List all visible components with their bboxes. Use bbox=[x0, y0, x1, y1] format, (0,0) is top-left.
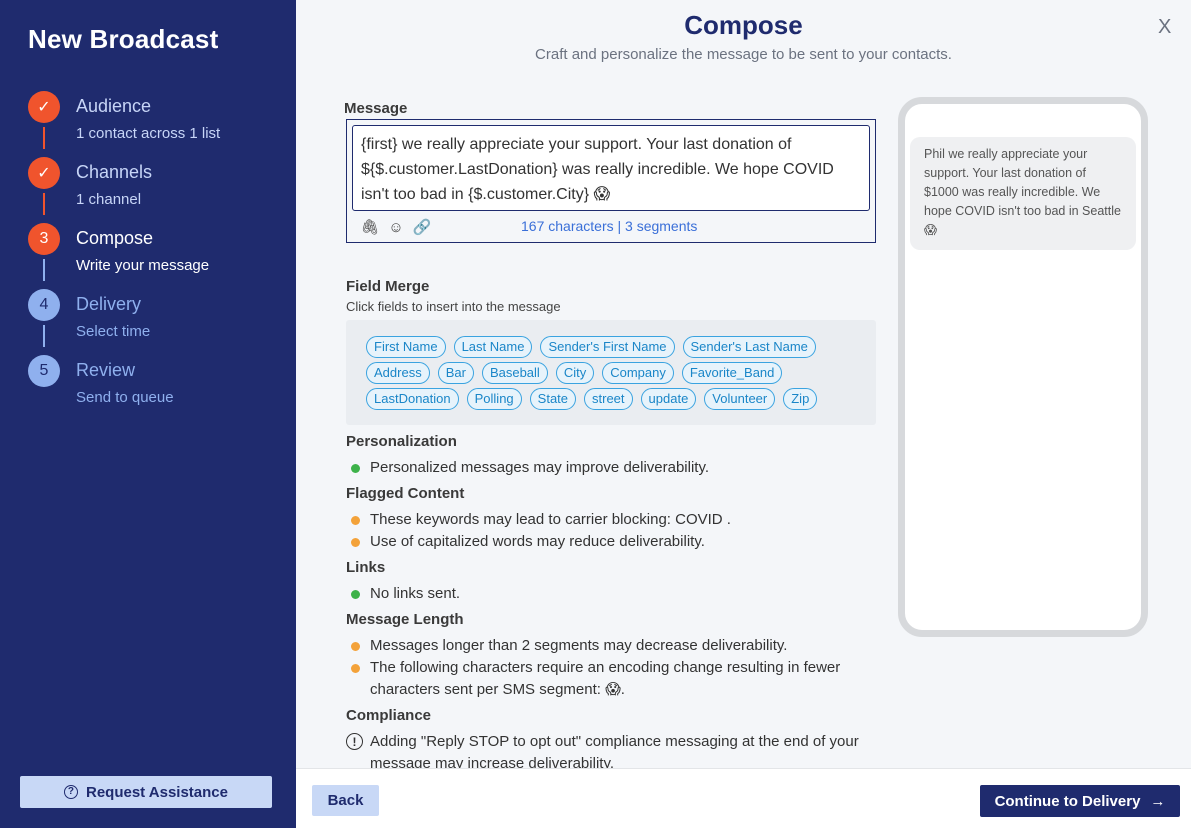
check-item: Use of capitalized words may reduce deli… bbox=[350, 531, 880, 553]
step-subtitle: 1 contact across 1 list bbox=[76, 125, 221, 142]
merge-chip[interactable]: State bbox=[529, 388, 577, 410]
links-heading: Links bbox=[346, 559, 386, 576]
message-input[interactable]: {first} we really appreciate your suppor… bbox=[352, 125, 870, 211]
step-title: Delivery bbox=[76, 294, 142, 314]
continue-label: Continue to Delivery bbox=[994, 792, 1141, 810]
sidebar: New Broadcast ✓ Audience 1 contact acros… bbox=[0, 0, 296, 828]
request-assistance-button[interactable]: ? Request Assistance bbox=[20, 776, 272, 808]
step-subtitle: Send to queue bbox=[76, 389, 174, 406]
step-title: Channels bbox=[76, 162, 153, 182]
link-icon[interactable]: 🔗 bbox=[413, 218, 432, 236]
close-icon[interactable]: X bbox=[1158, 16, 1171, 39]
message-label: Message bbox=[344, 100, 408, 117]
page-subtitle: Craft and personalize the message to be … bbox=[535, 46, 952, 63]
step-audience[interactable]: ✓ Audience 1 contact across 1 list bbox=[28, 91, 288, 157]
status-ok-icon bbox=[351, 590, 360, 599]
check-icon: ✓ bbox=[28, 157, 60, 189]
check-item: Personalized messages may improve delive… bbox=[350, 457, 880, 479]
sidebar-title: New Broadcast bbox=[28, 24, 219, 54]
step-title: Compose bbox=[76, 228, 154, 248]
message-length-heading: Message Length bbox=[346, 611, 464, 628]
request-assistance-label: Request Assistance bbox=[85, 783, 228, 801]
status-warning-icon bbox=[351, 516, 360, 525]
check-item: No links sent. bbox=[350, 583, 880, 605]
alert-icon: ! bbox=[346, 733, 363, 750]
step-title: Audience bbox=[76, 96, 152, 116]
field-merge-label: Field Merge bbox=[346, 278, 430, 295]
message-toolbar: 🖇 ☺ 🔗 bbox=[360, 218, 432, 237]
emoji-icon[interactable]: ☺ bbox=[387, 218, 405, 236]
continue-to-delivery-button[interactable]: Continue to Delivery → bbox=[980, 785, 1180, 817]
step-number: 4 bbox=[28, 289, 60, 321]
check-icon: ✓ bbox=[28, 91, 60, 123]
merge-chip[interactable]: update bbox=[640, 388, 697, 410]
step-connector bbox=[43, 325, 45, 347]
status-warning-icon bbox=[351, 664, 360, 673]
merge-chip[interactable]: City bbox=[555, 362, 595, 384]
merge-chip[interactable]: Bar bbox=[437, 362, 474, 384]
stepper: ✓ Audience 1 contact across 1 list ✓ Cha… bbox=[28, 91, 288, 421]
merge-chip[interactable]: Sender's Last Name bbox=[682, 336, 816, 358]
step-number: 3 bbox=[28, 223, 60, 255]
step-connector bbox=[43, 127, 45, 149]
message-preview-bubble: Phil we really appreciate your support. … bbox=[910, 137, 1136, 250]
step-title: Review bbox=[76, 360, 136, 380]
merge-chip[interactable]: LastDonation bbox=[366, 388, 459, 410]
field-merge-chips: First Name Last Name Sender's First Name… bbox=[346, 320, 876, 425]
step-subtitle: Write your message bbox=[76, 257, 210, 274]
back-button[interactable]: Back bbox=[312, 785, 379, 816]
merge-chip[interactable]: First Name bbox=[366, 336, 446, 358]
step-connector bbox=[43, 193, 45, 215]
footer-bar: Back Continue to Delivery → bbox=[296, 768, 1191, 828]
merge-chip[interactable]: Polling bbox=[466, 388, 522, 410]
field-merge-hint: Click fields to insert into the message bbox=[346, 299, 561, 314]
character-count: 167 characters | 3 segments bbox=[521, 218, 698, 234]
check-item: These keywords may lead to carrier block… bbox=[350, 509, 880, 531]
personalization-heading: Personalization bbox=[346, 433, 457, 450]
step-subtitle: Select time bbox=[76, 323, 151, 340]
merge-chip[interactable]: Volunteer bbox=[704, 388, 776, 410]
merge-chip[interactable]: Address bbox=[366, 362, 430, 384]
help-icon: ? bbox=[63, 785, 78, 799]
merge-chip[interactable]: Baseball bbox=[481, 362, 548, 384]
step-subtitle: 1 channel bbox=[76, 191, 142, 208]
step-connector bbox=[43, 259, 45, 281]
attachment-icon[interactable]: 🖇 bbox=[360, 218, 379, 236]
step-channels[interactable]: ✓ Channels 1 channel bbox=[28, 157, 288, 223]
page-title: Compose bbox=[684, 10, 803, 40]
step-review[interactable]: 5 Review Send to queue bbox=[28, 355, 288, 421]
check-item: Messages longer than 2 segments may decr… bbox=[350, 635, 880, 657]
flagged-content-heading: Flagged Content bbox=[346, 485, 465, 502]
message-composer: {first} we really appreciate your suppor… bbox=[346, 119, 876, 243]
merge-chip[interactable]: Sender's First Name bbox=[540, 336, 675, 358]
compliance-heading: Compliance bbox=[346, 707, 432, 724]
merge-chip[interactable]: street bbox=[584, 388, 633, 410]
status-warning-icon bbox=[351, 538, 360, 547]
step-compose[interactable]: 3 Compose Write your message bbox=[28, 223, 288, 289]
status-warning-icon bbox=[351, 642, 360, 651]
main-panel: Compose Craft and personalize the messag… bbox=[296, 0, 1191, 828]
merge-chip[interactable]: Zip bbox=[783, 388, 818, 410]
step-number: 5 bbox=[28, 355, 60, 387]
merge-chip[interactable]: Company bbox=[602, 362, 674, 384]
phone-preview: Phil we really appreciate your support. … bbox=[898, 97, 1148, 637]
arrow-right-icon: → bbox=[1150, 792, 1166, 810]
merge-chip[interactable]: Last Name bbox=[453, 336, 533, 358]
status-ok-icon bbox=[351, 464, 360, 473]
check-item: The following characters require an enco… bbox=[350, 657, 880, 701]
step-delivery[interactable]: 4 Delivery Select time bbox=[28, 289, 288, 355]
merge-chip[interactable]: Favorite_Band bbox=[681, 362, 783, 384]
